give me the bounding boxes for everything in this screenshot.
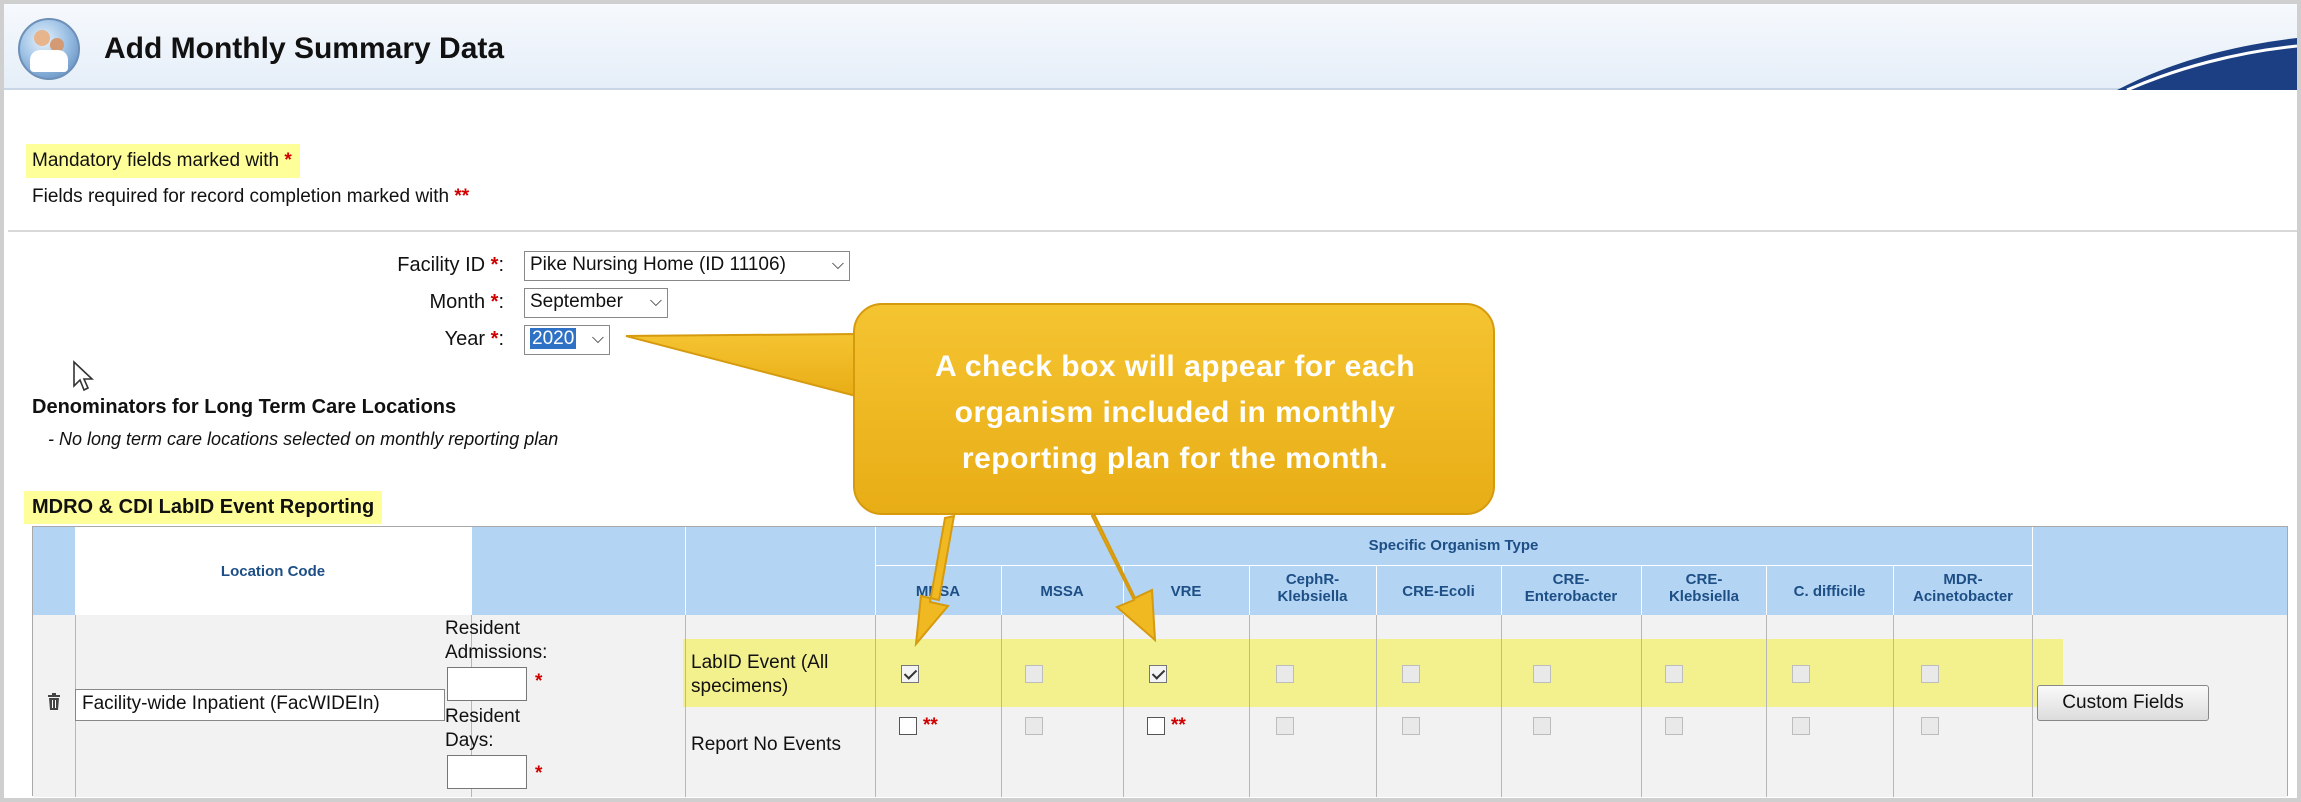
organism-header-cre-enterobacter: CRE-Enterobacter	[1524, 571, 1618, 605]
resident-admissions-label: Resident Admissions:	[445, 618, 548, 663]
no-events-mssa-checkbox	[1025, 717, 1043, 735]
chevron-down-icon: ⌵	[591, 330, 604, 347]
mouse-cursor-icon	[73, 360, 95, 392]
no-events-vre-checkbox[interactable]	[1147, 717, 1165, 735]
organism-header-mssa: MSSA	[1040, 583, 1084, 600]
no-events-mrsa-checkbox[interactable]	[899, 717, 917, 735]
callout-text: A check box will appear for each organis…	[934, 350, 1416, 475]
year-label: Year *:	[444, 328, 504, 350]
trash-icon[interactable]	[47, 693, 61, 711]
year-select[interactable]: 2020 ⌵	[524, 325, 610, 355]
organism-header-mdr-acinetobacter: MDR-Acinetobacter	[1912, 571, 2014, 605]
facility-id-select[interactable]: Pike Nursing Home (ID 11106) ⌵	[524, 251, 850, 281]
no-events-cre-enterobacter-checkbox	[1533, 717, 1551, 735]
labid-cephr-klebsiella-checkbox	[1276, 665, 1294, 683]
location-code-header: Location Code	[220, 563, 326, 580]
labid-cre-ecoli-checkbox	[1402, 665, 1420, 683]
report-no-events-label: Report No Events	[691, 734, 841, 755]
organism-header-cephr-klebsiella: CephR-Klebsiella	[1277, 571, 1348, 605]
highlight-band	[683, 639, 2063, 707]
facility-id-label: Facility ID *:	[397, 254, 504, 276]
completion-double-asterisk: **	[1171, 715, 1186, 736]
no-events-mdr-acinetobacter-checkbox	[1921, 717, 1939, 735]
resident-admissions-input[interactable]	[447, 667, 527, 701]
mdro-reporting-table: Location Code Specific Organism Type MRS…	[32, 526, 2288, 797]
no-events-c-difficile-checkbox	[1792, 717, 1810, 735]
labid-c-difficile-checkbox	[1792, 665, 1810, 683]
completion-double-asterisk: **	[923, 715, 938, 736]
denominators-note: - No long term care locations selected o…	[48, 429, 559, 449]
chevron-down-icon: ⌵	[649, 293, 662, 310]
mdro-section-heading: MDRO & CDI LabID Event Reporting	[24, 491, 383, 524]
header-swoosh-decoration	[2117, 38, 2297, 90]
required-asterisk: *	[284, 150, 292, 171]
labid-mssa-checkbox	[1025, 665, 1043, 683]
resident-days-input[interactable]	[447, 755, 527, 789]
labid-mrsa-checkbox[interactable]	[901, 665, 919, 683]
organism-header-cre-ecoli: CRE-Ecoli	[1402, 583, 1475, 600]
denominators-heading: Denominators for Long Term Care Location…	[32, 396, 457, 418]
labid-mdr-acinetobacter-checkbox	[1921, 665, 1939, 683]
required-asterisk: *	[535, 671, 543, 692]
organism-header-mrsa: MRSA	[915, 583, 961, 600]
required-asterisk: *	[535, 763, 543, 784]
page-title: Add Monthly Summary Data	[104, 32, 505, 65]
labid-event-label: LabID Event (All specimens)	[691, 652, 829, 697]
organism-header-cre-klebsiella: CRE-Klebsiella	[1668, 571, 1740, 605]
no-events-cephr-klebsiella-checkbox	[1276, 717, 1294, 735]
organism-header-c-difficile: C. difficile	[1793, 583, 1866, 600]
labid-cre-enterobacter-checkbox	[1533, 665, 1551, 683]
mandatory-legend: Mandatory fields marked with *	[26, 144, 300, 178]
no-events-cre-ecoli-checkbox	[1402, 717, 1420, 735]
app-window: Add Monthly Summary Data Mandatory field…	[0, 0, 2301, 802]
completion-legend: Fields required for record completion ma…	[32, 186, 470, 207]
no-events-cre-klebsiella-checkbox	[1665, 717, 1683, 735]
organism-type-header: Specific Organism Type	[1368, 537, 1539, 554]
labid-vre-checkbox[interactable]	[1149, 665, 1167, 683]
month-label: Month *:	[429, 291, 504, 313]
resident-days-label: Resident Days:	[445, 706, 520, 751]
completion-double-asterisk: **	[454, 186, 470, 207]
page-header: Add Monthly Summary Data	[4, 4, 2297, 90]
nhsn-logo-icon	[18, 18, 80, 80]
custom-fields-button[interactable]: Custom Fields	[2037, 685, 2209, 721]
section-divider	[8, 230, 2297, 232]
labid-cre-klebsiella-checkbox	[1665, 665, 1683, 683]
month-select[interactable]: September ⌵	[524, 288, 668, 318]
location-code-select[interactable]: Facility-wide Inpatient (FacWIDEIn)	[75, 689, 445, 721]
organism-header-vre: VRE	[1170, 583, 1202, 600]
chevron-down-icon: ⌵	[831, 256, 844, 273]
